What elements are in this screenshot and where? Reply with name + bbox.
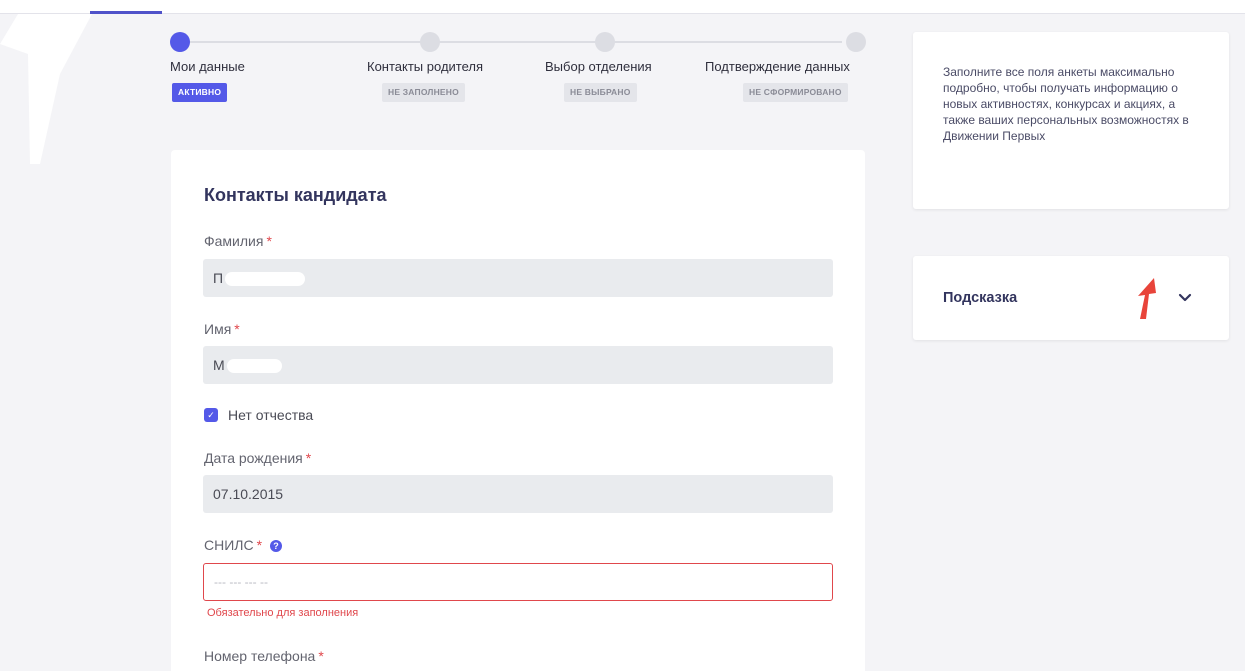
phone-label: Номер телефона * — [204, 648, 324, 664]
step-label-my-data[interactable]: Мои данные — [170, 59, 245, 74]
step-dot-confirmation — [846, 32, 866, 52]
required-mark: * — [266, 233, 272, 249]
surname-value: П — [213, 270, 224, 286]
candidate-contacts-card: Контакты кандидата Фамилия * П Имя * М ✓ Н… — [171, 150, 865, 671]
snils-input[interactable]: --- --- --- -- — [203, 563, 833, 601]
step-status-badge: НЕ ВЫБРАНО — [564, 83, 637, 102]
step-status-badge: АКТИВНО — [172, 83, 228, 102]
required-mark: * — [305, 450, 312, 466]
step-label-department[interactable]: Выбор отделения — [545, 59, 652, 74]
snils-error-message: Обязательно для заполнения — [207, 607, 359, 619]
step-label-confirmation[interactable]: Подтверждение данных — [705, 59, 850, 74]
card-title: Контакты кандидата — [204, 185, 387, 205]
birth-date-field[interactable]: 07.10.2015 — [203, 475, 833, 513]
surname-label: Фамилия * — [204, 233, 272, 249]
birth-date-label: Дата рождения * — [204, 450, 311, 466]
info-card: Заполните все поля анкеты максимально по… — [913, 32, 1229, 209]
no-patronymic-label[interactable]: Нет отчества — [228, 407, 313, 423]
info-text: Заполните все поля анкеты максимально по… — [943, 65, 1189, 143]
top-bar — [0, 0, 1245, 14]
hint-accordion[interactable]: Подсказка — [913, 256, 1229, 340]
step-status-badge: НЕ СФОРМИРОВАНО — [743, 83, 848, 102]
surname-label-text: Фамилия — [204, 233, 264, 249]
birth-date-label-text: Дата рождения — [204, 450, 303, 466]
surname-field[interactable]: П — [203, 259, 833, 297]
chevron-down-icon[interactable] — [1177, 290, 1193, 306]
name-value: М — [213, 357, 225, 373]
background-arrow-shape — [0, 14, 92, 164]
question-icon[interactable]: ? — [270, 540, 283, 553]
progress-stepper: Мои данные Контакты родителя Выбор отдел… — [170, 30, 866, 110]
required-mark: * — [318, 648, 324, 664]
name-field[interactable]: М — [203, 346, 833, 384]
step-dot-parent-contacts — [420, 32, 440, 52]
no-patronymic-checkbox[interactable]: ✓ — [204, 408, 218, 422]
snils-label-text: СНИЛС — [204, 537, 254, 553]
name-label-text: Имя — [204, 321, 232, 337]
step-dot-department — [595, 32, 615, 52]
stepper-line — [188, 41, 842, 43]
required-mark: * — [256, 537, 263, 553]
phone-label-text: Номер телефона — [204, 648, 316, 664]
step-dot-my-data — [170, 32, 190, 52]
redaction-mask — [226, 359, 282, 374]
step-label-parent-contacts[interactable]: Контакты родителя — [367, 59, 483, 74]
required-mark: * — [234, 321, 240, 337]
redaction-mask — [225, 272, 306, 287]
cursor-arrow-icon — [1138, 278, 1156, 319]
name-label: Имя * — [204, 321, 240, 337]
snils-label: СНИЛС *? — [204, 537, 283, 553]
hint-title[interactable]: Подсказка — [943, 290, 1017, 306]
step-status-badge: НЕ ЗАПОЛНЕНО — [382, 83, 465, 102]
